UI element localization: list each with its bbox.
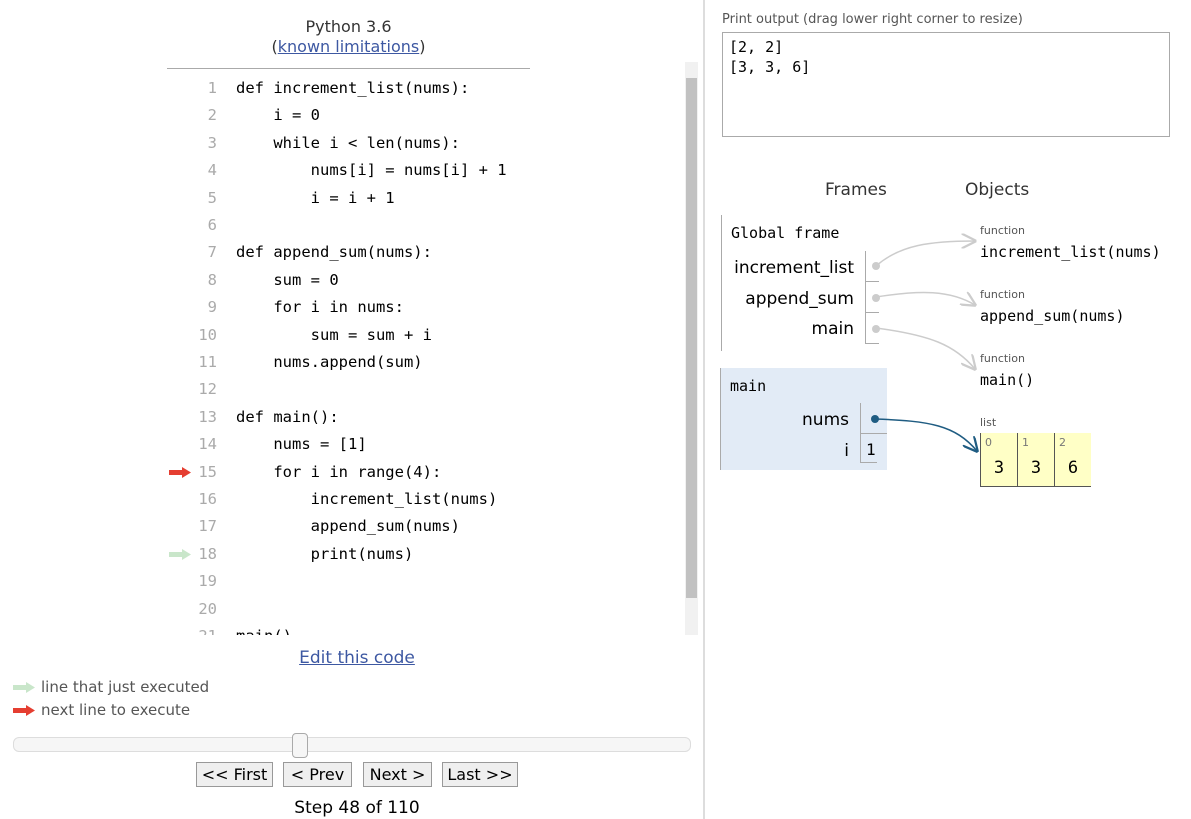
pointer-arrow — [875, 327, 975, 369]
pointer-arrow — [874, 418, 977, 451]
pointer-arrow — [875, 241, 975, 267]
pointer-arrows — [874, 0, 1191, 819]
pointer-arrow — [875, 292, 975, 305]
